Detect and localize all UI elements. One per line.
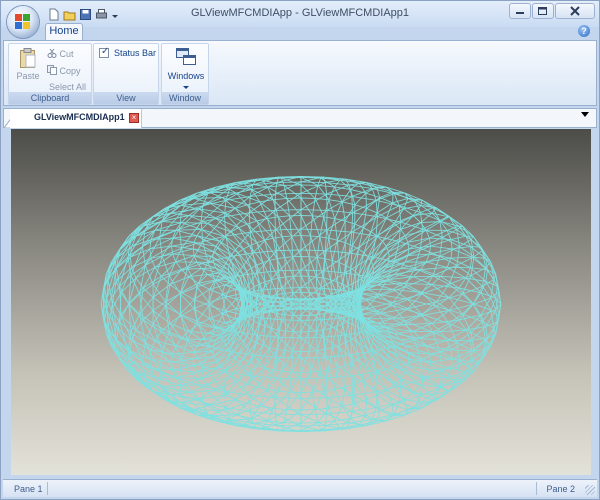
torus-wireframe — [100, 175, 502, 433]
status-pane-1: Pane 1 — [14, 484, 43, 494]
mesh-cell — [300, 319, 324, 339]
mesh-cell — [289, 215, 302, 236]
mesh-cell — [249, 375, 276, 399]
mesh-cell — [256, 344, 271, 368]
copy-label: Copy — [59, 66, 81, 76]
mesh-cell — [230, 358, 250, 381]
opengl-viewport[interactable] — [11, 129, 591, 475]
mesh-cell — [326, 210, 353, 233]
copy-button[interactable]: Copy — [47, 65, 81, 76]
document-tab-title: GLViewMFCMDIApp1 — [34, 112, 125, 122]
paste-label: Paste — [16, 71, 40, 81]
mesh-cell — [308, 330, 318, 352]
mesh-cell — [300, 371, 313, 393]
mesh-cell — [292, 315, 302, 332]
mesh-cell — [420, 377, 448, 387]
mesh-cell — [450, 248, 473, 268]
close-button[interactable] — [555, 3, 595, 19]
mesh-cell — [300, 315, 310, 333]
view-group-label: View — [94, 92, 158, 104]
document-tab-bar: GLViewMFCMDIApp1 × — [3, 108, 597, 128]
status-pane-2: Pane 2 — [546, 484, 575, 494]
mesh-cell — [292, 275, 302, 293]
maximize-button[interactable] — [532, 3, 554, 19]
select-all-button[interactable]: Select All — [49, 82, 86, 92]
windows-button[interactable]: Windows — [165, 47, 207, 93]
mesh-cell — [300, 331, 310, 352]
view-group: ✓ Status Bar View — [93, 43, 159, 105]
mesh-cell — [300, 270, 324, 289]
mesh-cell — [328, 218, 346, 241]
status-bar: Pane 1 Pane 2 — [3, 479, 597, 497]
close-tab-icon[interactable]: × — [129, 113, 139, 123]
window-controls — [509, 3, 595, 19]
paste-icon — [19, 47, 37, 69]
mesh-cell — [284, 330, 294, 352]
windows-label: Windows — [167, 71, 205, 81]
resize-grip[interactable] — [585, 485, 595, 495]
mesh-cell — [461, 275, 483, 305]
windows-icon — [176, 48, 196, 65]
mesh-cell — [198, 279, 225, 290]
status-bar-label: Status Bar — [114, 48, 157, 58]
mesh-cell — [382, 361, 406, 379]
tab-home[interactable]: Home — [45, 23, 83, 40]
mesh-cell — [208, 297, 237, 314]
mesh-cell — [198, 318, 226, 329]
checkmark-icon: ✓ — [101, 46, 110, 57]
tab-list-dropdown-icon[interactable] — [581, 112, 589, 117]
help-icon[interactable]: ? — [578, 25, 590, 37]
status-separator — [536, 482, 537, 495]
clipboard-group: Paste Cut Copy Select All Clipboard — [8, 43, 92, 105]
mesh-cell — [308, 256, 318, 278]
cut-label: Cut — [59, 49, 74, 59]
mesh-cell — [351, 196, 378, 218]
mesh-cell — [450, 339, 472, 360]
chevron-down-icon — [183, 86, 189, 89]
mesh-cell — [284, 256, 294, 278]
app-logo-icon — [15, 14, 31, 30]
mesh-cell — [326, 375, 354, 399]
scissors-icon — [47, 48, 57, 58]
mesh-cell — [249, 229, 277, 254]
mesh-cell — [275, 413, 302, 427]
mesh-cell — [462, 303, 483, 333]
mesh-cell — [250, 354, 278, 379]
status-separator — [47, 482, 48, 495]
mesh-cell — [256, 367, 274, 390]
mesh-cell — [248, 210, 276, 233]
mesh-cell — [286, 197, 302, 216]
mesh-cell — [331, 239, 346, 263]
mesh-cell — [291, 235, 302, 257]
mesh-cell — [363, 212, 387, 232]
mesh-cell — [300, 391, 316, 411]
cut-button[interactable]: Cut — [47, 48, 74, 59]
mesh-cell — [283, 184, 302, 199]
application-button[interactable] — [7, 6, 39, 38]
clipboard-group-label: Clipboard — [9, 92, 91, 104]
minimize-button[interactable] — [509, 3, 531, 19]
mesh-cell — [207, 217, 232, 237]
mesh-cell — [281, 235, 294, 258]
mesh-cell — [352, 227, 372, 250]
document-tab[interactable]: GLViewMFCMDIApp1 × — [10, 109, 142, 128]
ribbon-tab-row: Home ? — [1, 23, 599, 40]
window-group: Windows Window — [161, 43, 209, 105]
status-bar-checkbox[interactable]: ✓ — [99, 46, 110, 58]
mesh-cell — [420, 221, 448, 231]
app-window: GLViewMFCMDIApp - GLViewMFCMDIApp1 Home … — [0, 0, 600, 500]
mesh-cell — [377, 223, 401, 242]
window-group-label: Window — [162, 92, 208, 104]
mesh-cell — [196, 280, 226, 303]
copy-icon — [47, 65, 57, 75]
ribbon-panel: Paste Cut Copy Select All Clipboard ✓ St… — [3, 40, 597, 106]
paste-button[interactable]: Paste — [13, 47, 43, 81]
